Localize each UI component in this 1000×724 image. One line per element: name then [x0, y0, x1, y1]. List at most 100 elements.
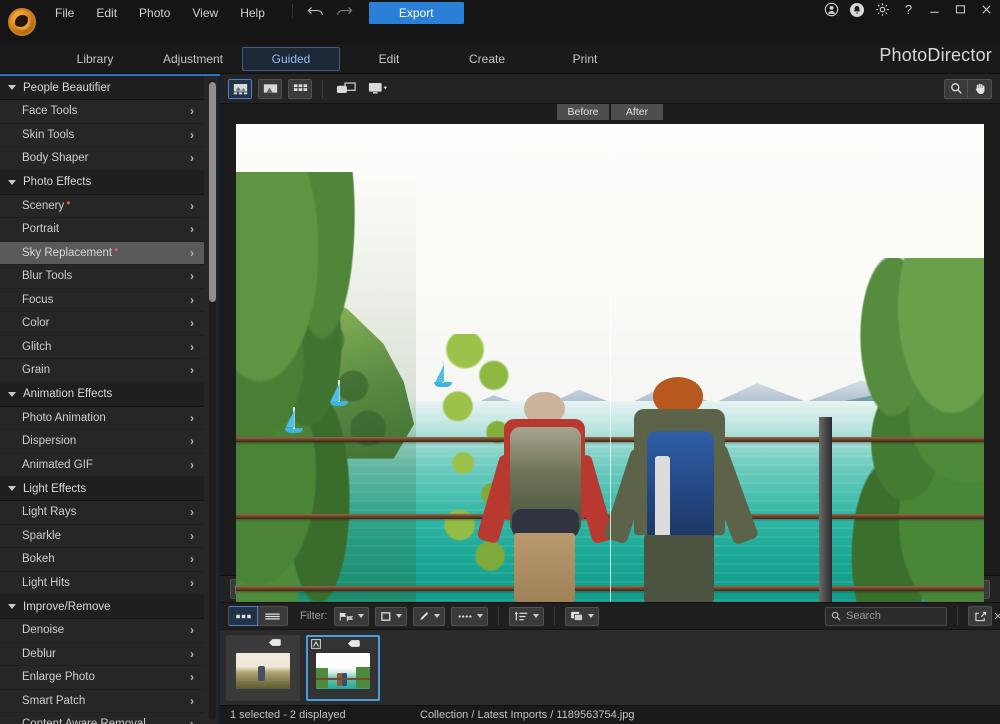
cyberlink-logo-icon	[8, 8, 36, 36]
sidebar-item-label: Animated GIF	[22, 459, 93, 471]
menu-view[interactable]: View	[181, 2, 229, 24]
sidebar-item-sky-replacement[interactable]: Sky Replacement•›	[0, 242, 204, 266]
sidebar-item-smart-patch[interactable]: Smart Patch›	[0, 690, 204, 714]
photodirector-window: File Edit Photo View Help Export	[0, 0, 1000, 724]
sidebar-item-label: Blur Tools	[22, 270, 72, 282]
thumbnail-2[interactable]	[306, 635, 380, 701]
sidebar-item-enlarge-photo[interactable]: Enlarge Photo›	[0, 666, 204, 690]
sidebar-item-grain[interactable]: Grain›	[0, 359, 204, 383]
menu-file[interactable]: File	[44, 2, 85, 24]
minimize-icon[interactable]	[927, 2, 942, 17]
canvas-tool-group	[944, 79, 992, 99]
sidebar-item-content-aware-removal[interactable]: Content Aware Removal›	[0, 713, 204, 724]
sidebar-group-label: People Beautifier	[23, 82, 111, 94]
photo-image[interactable]	[236, 124, 984, 602]
chevron-right-icon: ›	[190, 648, 194, 660]
search-box[interactable]	[825, 607, 947, 626]
more-filter-icon[interactable]	[451, 607, 488, 626]
clear-x-icon[interactable]	[993, 611, 1000, 621]
close-icon[interactable]	[979, 2, 994, 17]
sidebar-item-light-rays[interactable]: Light Rays›	[0, 501, 204, 525]
before-after-split-handle[interactable]	[610, 124, 611, 602]
thumbnail-badges	[311, 639, 375, 649]
sidebar-group-people-beautifier[interactable]: People Beautifier	[0, 76, 204, 100]
sidebar-item-deblur[interactable]: Deblur›	[0, 643, 204, 667]
sidebar-item-skin-tools[interactable]: Skin Tools›	[0, 124, 204, 148]
browser-view-group	[228, 606, 288, 626]
caret-down-icon	[8, 392, 16, 397]
sidebar-item-body-shaper[interactable]: Body Shaper›	[0, 147, 204, 171]
chevron-right-icon: ›	[190, 200, 194, 212]
sidebar-item-dispersion[interactable]: Dispersion›	[0, 430, 204, 454]
search-input[interactable]	[846, 610, 988, 622]
menu-photo[interactable]: Photo	[128, 2, 181, 24]
sidebar-group-animation-effects[interactable]: Animation Effects	[0, 383, 204, 407]
tab-adjustment[interactable]: Adjustment	[144, 47, 242, 71]
sidebar-group-improve-remove[interactable]: Improve/Remove	[0, 595, 204, 619]
tab-print[interactable]: Print	[536, 47, 634, 71]
sidebar-item-face-tools[interactable]: Face Tools›	[0, 100, 204, 124]
maximize-icon[interactable]	[953, 2, 968, 17]
export-button[interactable]: Export	[369, 2, 464, 24]
stack-photos-icon[interactable]	[565, 607, 599, 626]
account-icon[interactable]	[824, 2, 839, 17]
window-controls: ?	[824, 2, 994, 17]
tab-guided[interactable]: Guided	[242, 47, 340, 71]
photo-canvas[interactable]: Before After	[220, 104, 1000, 575]
view-grid-icon[interactable]	[288, 79, 312, 99]
after-label: After	[611, 104, 663, 120]
flag-filter-icon[interactable]	[334, 607, 369, 626]
sidebar-item-blur-tools[interactable]: Blur Tools›	[0, 265, 204, 289]
chevron-right-icon: ›	[190, 435, 194, 447]
photo-filmstrip	[220, 629, 1000, 705]
sidebar-item-portrait[interactable]: Portrait›	[0, 218, 204, 242]
magnifier-icon[interactable]	[944, 79, 968, 99]
sidebar-group-light-effects[interactable]: Light Effects	[0, 477, 204, 501]
rating-filter-icon[interactable]	[375, 607, 407, 626]
tab-edit[interactable]: Edit	[340, 47, 438, 71]
fullscreen-icon[interactable]	[333, 79, 359, 99]
module-tab-bar: Library Adjustment Guided Edit Create Pr…	[0, 44, 1000, 74]
filter-label: Filter:	[300, 610, 328, 622]
tab-create[interactable]: Create	[438, 47, 536, 71]
thumbnail-image	[316, 653, 370, 689]
sidebar-item-sparkle[interactable]: Sparkle›	[0, 525, 204, 549]
sidebar-item-label: Glitch	[22, 341, 51, 353]
sidebar-item-animated-gif[interactable]: Animated GIF›	[0, 454, 204, 478]
sidebar-item-scenery[interactable]: Scenery•›	[0, 195, 204, 219]
list-view-icon[interactable]	[258, 606, 288, 626]
menu-edit[interactable]: Edit	[85, 2, 128, 24]
sidebar-scroll-area: People BeautifierFace Tools›Skin Tools›B…	[0, 76, 220, 724]
sidebar-item-photo-animation[interactable]: Photo Animation›	[0, 407, 204, 431]
undo-arrow-icon[interactable]	[307, 4, 325, 18]
hand-pan-icon[interactable]	[968, 79, 992, 99]
color-label-filter-icon[interactable]	[413, 607, 445, 626]
popout-window-icon[interactable]	[968, 606, 992, 626]
sidebar-item-bokeh[interactable]: Bokeh›	[0, 548, 204, 572]
sidebar-item-focus[interactable]: Focus›	[0, 289, 204, 313]
sidebar-item-denoise[interactable]: Denoise›	[0, 619, 204, 643]
chevron-right-icon: ›	[190, 317, 194, 329]
sidebar-scrollbar-thumb[interactable]	[209, 82, 216, 302]
sidebar-item-label: Content Aware Removal	[22, 718, 146, 724]
tab-library[interactable]: Library	[46, 47, 144, 71]
guided-tools-sidebar: People BeautifierFace Tools›Skin Tools›B…	[0, 74, 220, 724]
view-single-photo-icon[interactable]	[258, 79, 282, 99]
toolbar-separator	[322, 80, 323, 98]
sort-order-icon[interactable]	[509, 607, 544, 626]
bell-icon[interactable]	[850, 3, 864, 17]
second-monitor-icon[interactable]	[365, 79, 391, 99]
thumbnail-view-icon[interactable]	[228, 606, 258, 626]
hiker-left	[494, 392, 595, 602]
question-mark-icon[interactable]: ?	[901, 2, 916, 17]
menu-help[interactable]: Help	[229, 2, 276, 24]
sidebar-item-label: Grain	[22, 364, 50, 376]
sidebar-item-glitch[interactable]: Glitch›	[0, 336, 204, 360]
sidebar-item-color[interactable]: Color›	[0, 312, 204, 336]
thumbnail-1[interactable]	[226, 635, 300, 701]
redo-arrow-icon[interactable]	[335, 4, 353, 18]
view-photo-filmstrip-icon[interactable]	[228, 79, 252, 99]
sidebar-item-light-hits[interactable]: Light Hits›	[0, 572, 204, 596]
gear-icon[interactable]	[875, 2, 890, 17]
sidebar-group-photo-effects[interactable]: Photo Effects	[0, 171, 204, 195]
